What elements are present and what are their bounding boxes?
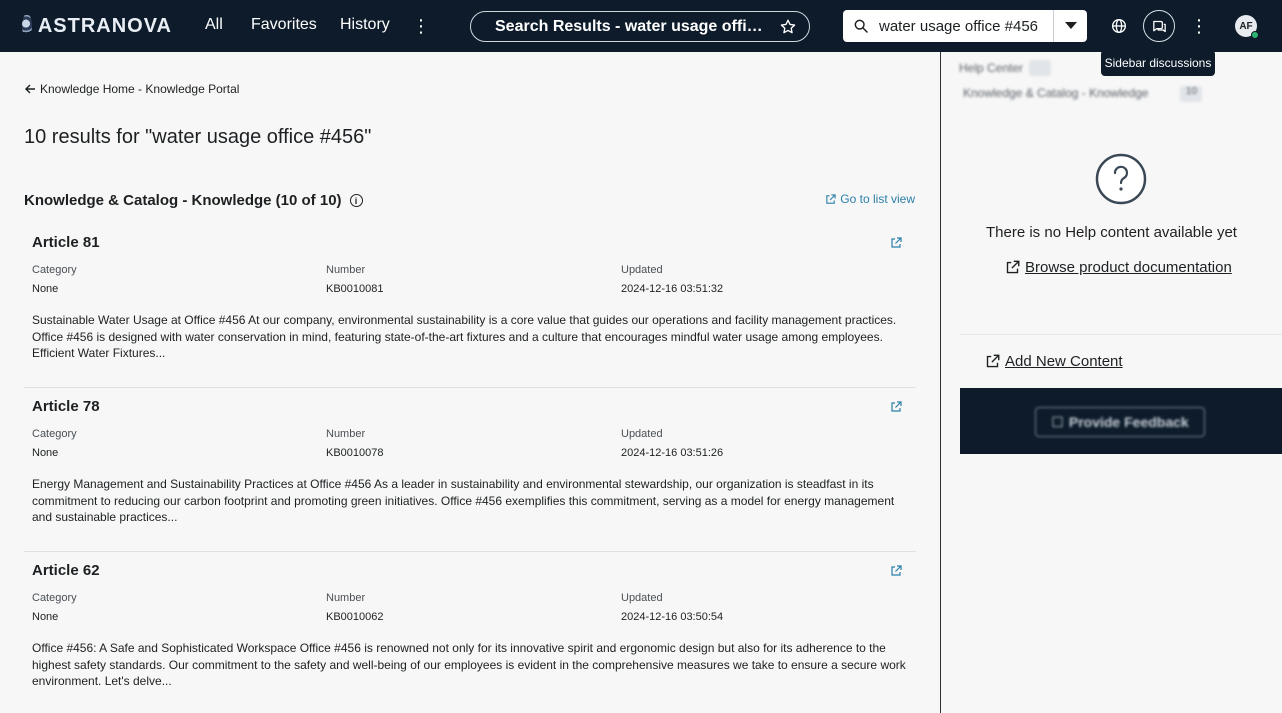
logo-mark-icon: [22, 14, 32, 38]
search-input[interactable]: [879, 17, 1044, 35]
company-logo[interactable]: ASTRANOVA: [22, 13, 172, 39]
category-value: None: [32, 447, 59, 459]
page-title-pill[interactable]: Search Results - water usage office #…: [470, 11, 810, 42]
language-globe-button[interactable]: [1103, 10, 1135, 42]
category-field: Category None: [32, 264, 77, 295]
updated-value: 2024-12-16 03:50:54: [621, 611, 724, 623]
updated-value: 2024-12-16 03:51:26: [621, 447, 724, 459]
article-snippet: Sustainable Water Usage at Office #456 A…: [32, 313, 897, 360]
nav-favorites[interactable]: Favorites: [251, 16, 317, 34]
article-title[interactable]: Article 78: [32, 398, 100, 415]
updated-field: Updated 2024-12-16 03:51:26: [621, 428, 723, 459]
section-title: Knowledge & Catalog - Knowledge (10 of 1…: [24, 192, 342, 209]
updated-label: Updated: [621, 264, 663, 276]
chat-bubbles-icon: [1152, 20, 1166, 32]
updated-label: Updated: [621, 428, 663, 440]
no-help-message: There is no Help content available yet: [986, 224, 1237, 241]
number-label: Number: [326, 428, 366, 440]
vertical-dots-icon: ⋮: [1190, 15, 1208, 36]
category-field: Category None: [32, 428, 77, 459]
category-label: Category: [32, 428, 77, 440]
external-link-icon: [826, 193, 836, 204]
results-heading: 10 results for "water usage office #456": [24, 126, 372, 148]
article-snippet: Office #456: A Safe and Sophisticated Wo…: [32, 641, 906, 688]
breadcrumb[interactable]: Knowledge Home - Knowledge Portal: [24, 82, 239, 96]
list-view-label: Go to list view: [840, 192, 915, 206]
category-label: Category: [32, 264, 77, 276]
add-new-content-label: Add New Content: [1005, 353, 1123, 370]
provide-feedback-button[interactable]: ☐ Provide Feedback: [1035, 407, 1205, 437]
article-card: Article 78 Category None Number KB001007…: [24, 388, 916, 552]
sidebar-crumb-knowledge[interactable]: Knowledge & Catalog - Knowledge: [963, 86, 1148, 102]
nav-all[interactable]: All: [205, 16, 223, 34]
help-sidebar: Help Center Knowledge & Catalog - Knowle…: [941, 52, 1282, 713]
tooltip: Sidebar discussions: [1101, 50, 1215, 76]
more-options-button[interactable]: ⋮: [1183, 10, 1215, 42]
nav-history[interactable]: History: [340, 16, 390, 34]
number-field: Number KB0010062: [326, 592, 384, 623]
search-results-panel: Knowledge Home - Knowledge Portal 10 res…: [0, 52, 940, 713]
updated-field: Updated 2024-12-16 03:50:54: [621, 592, 723, 623]
edit-chip-icon[interactable]: [1029, 60, 1052, 76]
category-label: Category: [32, 592, 77, 604]
number-field: Number KB0010078: [326, 428, 384, 459]
article-snippet: Energy Management and Sustainability Pra…: [32, 477, 895, 524]
go-to-list-view-link[interactable]: Go to list view: [825, 192, 915, 206]
info-icon[interactable]: i: [349, 194, 363, 207]
chevron-down-icon: [1064, 22, 1077, 29]
feedback-label: Provide Feedback: [1068, 414, 1189, 430]
article-title[interactable]: Article 81: [32, 234, 100, 251]
updated-field: Updated 2024-12-16 03:51:32: [621, 264, 723, 295]
sidebar-separator: [960, 334, 1282, 335]
number-value: KB0010081: [326, 283, 384, 295]
article-card: Article 62 Category None Number KB001006…: [24, 552, 916, 713]
number-value: KB0010062: [326, 611, 384, 623]
number-field: Number KB0010081: [326, 264, 384, 295]
logo-text: ASTRANOVA: [37, 14, 172, 37]
breadcrumb-label: Knowledge Home - Knowledge Portal: [40, 82, 240, 96]
feedback-footer: ☐ Provide Feedback: [960, 388, 1282, 454]
browse-docs-link[interactable]: Browse product documentation: [1005, 259, 1232, 276]
question-mark-icon: [1095, 153, 1147, 205]
number-value: KB0010078: [326, 447, 384, 459]
external-link-icon: [1006, 260, 1020, 274]
top-navigation-bar: ASTRANOVA All Favorites History ⋮ Search…: [0, 0, 1282, 52]
search-icon: [854, 19, 868, 33]
nav-more-menu-icon[interactable]: ⋮: [412, 14, 430, 38]
category-value: None: [32, 611, 59, 623]
arrow-left-icon: [25, 84, 35, 94]
open-in-new-icon[interactable]: [890, 237, 902, 249]
feedback-icon: ☐: [1051, 413, 1064, 430]
updated-value: 2024-12-16 03:51:32: [621, 283, 724, 295]
updated-label: Updated: [621, 592, 663, 604]
external-link-icon: [986, 354, 1000, 368]
article-card: Article 81 Category None Number KB001008…: [24, 224, 916, 388]
open-in-new-icon[interactable]: [890, 401, 902, 413]
count-chip: 10: [1180, 86, 1203, 102]
sidebar-discussions-button[interactable]: [1143, 10, 1175, 42]
article-title[interactable]: Article 62: [32, 562, 100, 579]
section-heading: Knowledge & Catalog - Knowledge (10 of 1…: [24, 192, 363, 209]
category-value: None: [32, 283, 59, 295]
number-label: Number: [326, 264, 366, 276]
add-new-content-link[interactable]: Add New Content: [985, 353, 1123, 370]
number-label: Number: [326, 592, 366, 604]
globe-icon: [1112, 19, 1126, 33]
sidebar-crumb-help-center[interactable]: Help Center: [959, 61, 1023, 75]
page-title: Search Results - water usage office #…: [495, 17, 771, 35]
category-field: Category None: [32, 592, 77, 623]
favorite-star-icon[interactable]: [779, 18, 797, 36]
user-avatar[interactable]: AF: [1235, 15, 1259, 39]
browse-docs-label: Browse product documentation: [1025, 259, 1232, 276]
global-search: [843, 10, 1087, 42]
online-status-indicator: [1251, 31, 1259, 39]
search-scope-dropdown[interactable]: [1053, 10, 1087, 42]
open-in-new-icon[interactable]: [890, 565, 902, 577]
avatar-initials: AF: [1239, 20, 1253, 32]
